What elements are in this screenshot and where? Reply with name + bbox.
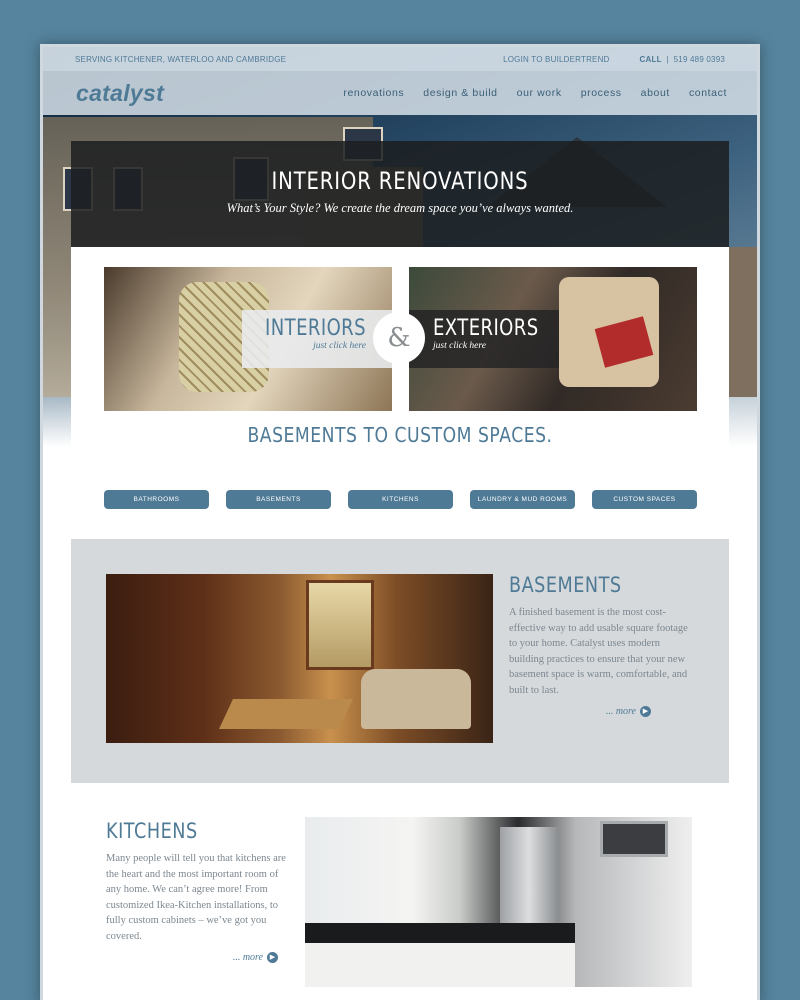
catalyst-logo[interactable]: catalyst [76, 80, 324, 107]
patio-door [306, 580, 374, 670]
kitchen-photo [305, 817, 692, 987]
interiors-link[interactable]: just click here [242, 341, 366, 351]
laundry-mud-rooms-button[interactable]: LAUNDRY & MUD ROOMS [470, 490, 575, 509]
interiors-label-box: INTERIORS just click here [242, 310, 392, 368]
exteriors-label-box: EXTERIORS just click here [409, 310, 559, 368]
page-title: INTERIOR RENOVATIONS [271, 167, 529, 195]
nav-menu: renovations design & build our work proc… [324, 87, 727, 99]
nav-our-work[interactable]: our work [517, 87, 562, 99]
countertop [305, 923, 575, 943]
nav-about[interactable]: about [641, 87, 670, 99]
phone-number: 519 489 0393 [673, 54, 725, 64]
exteriors-link[interactable]: just click here [433, 341, 559, 351]
microwave [600, 821, 668, 857]
kitchens-more-link[interactable]: ... more ▶ [106, 952, 278, 963]
nav-renovations[interactable]: renovations [343, 87, 404, 99]
nav-design-build[interactable]: design & build [423, 87, 497, 99]
kitchens-heading: KITCHENS [106, 819, 198, 843]
basements-section: BASEMENTS A finished basement is the mos… [71, 539, 729, 783]
custom-spaces-button[interactable]: CUSTOM SPACES [592, 490, 697, 509]
leather-sofa [361, 669, 471, 729]
hero-banner: INTERIOR RENOVATIONS What’s Your Style? … [71, 141, 729, 247]
chevron-right-icon: ▶ [267, 952, 278, 963]
interiors-tile[interactable]: INTERIORS just click here [104, 267, 392, 411]
kitchens-text: Many people will tell you that kitchens … [106, 853, 286, 942]
chevron-right-icon: ▶ [640, 706, 651, 717]
call-phone[interactable]: CALL | 519 489 0393 [640, 55, 725, 64]
bathrooms-button[interactable]: BATHROOMS [104, 490, 209, 509]
basements-heading: BASEMENTS [509, 573, 622, 597]
basements-button[interactable]: BASEMENTS [226, 490, 331, 509]
basements-text: A finished basement is the most cost-eff… [509, 607, 688, 696]
website-frame: SERVING KITCHENER, WATERLOO AND CAMBRIDG… [40, 44, 760, 1000]
exteriors-label: EXTERIORS [433, 316, 539, 341]
buildertrend-login-link[interactable]: LOGIN TO BUILDERTREND [503, 55, 609, 64]
nav-process[interactable]: process [581, 87, 622, 99]
section-tagline: BASEMENTS TO CUSTOM SPACES. [247, 423, 553, 447]
basements-more-link[interactable]: ... more ▶ [509, 706, 651, 717]
kitchens-copy: KITCHENS Many people will tell you that … [106, 819, 288, 963]
kitchens-button[interactable]: KITCHENS [348, 490, 453, 509]
more-text: ... more [232, 952, 263, 963]
kitchen-island [305, 943, 575, 987]
top-utility-bar: SERVING KITCHENER, WATERLOO AND CAMBRIDG… [43, 47, 757, 71]
nav-contact[interactable]: contact [689, 87, 727, 99]
interiors-label: INTERIORS [265, 316, 366, 341]
main-navigation: catalyst renovations design & build our … [43, 71, 757, 115]
hero-subtitle: What’s Your Style? We create the dream s… [226, 201, 574, 215]
basements-copy: BASEMENTS A finished basement is the mos… [509, 573, 691, 717]
more-text: ... more [605, 706, 636, 717]
rug [219, 699, 353, 729]
category-buttons: BATHROOMS BASEMENTS KITCHENS LAUNDRY & M… [104, 490, 697, 509]
call-label: CALL [639, 54, 662, 64]
exteriors-tile[interactable]: EXTERIORS just click here [409, 267, 697, 411]
service-area-text: SERVING KITCHENER, WATERLOO AND CAMBRIDG… [75, 54, 287, 64]
ampersand-badge: & [373, 312, 425, 364]
basement-photo [106, 574, 493, 743]
